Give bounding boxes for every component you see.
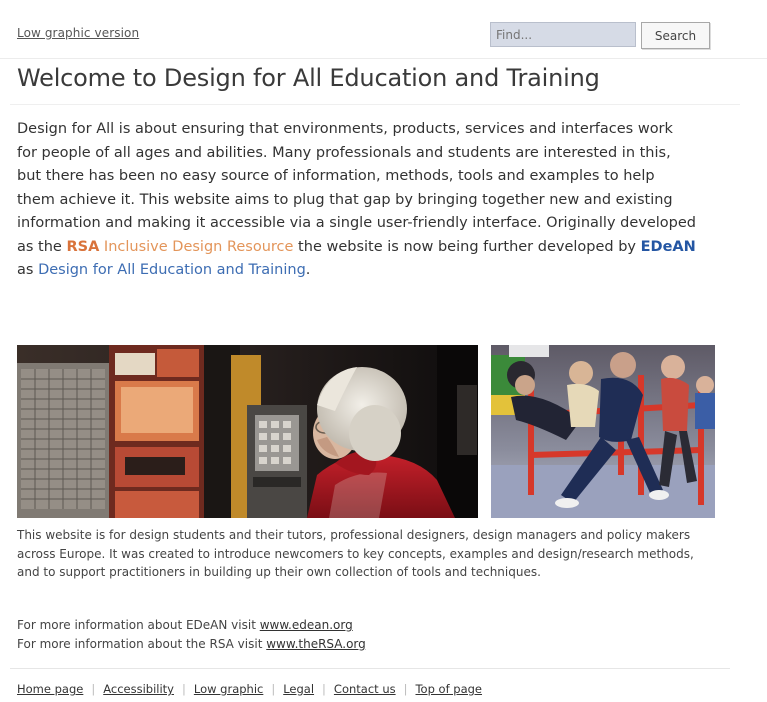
site-description: This website is for design students and … [17,528,694,579]
top-bar: Low graphic version Search [0,0,767,59]
footer-link-accessibility[interactable]: Accessibility [103,682,174,696]
rsa-url-link[interactable]: www.theRSA.org [266,637,366,651]
footer-link-low-graphic[interactable]: Low graphic [194,682,263,696]
page: Low graphic version Search Welcome to De… [0,0,767,702]
footer-link-contact[interactable]: Contact us [334,682,396,696]
intro-text-2: the website is now being further develop… [293,238,641,255]
photo-woman-at-machine [17,345,478,518]
edean-info-text: For more information about EDeAN visit [17,618,260,632]
footer-separator: | [91,682,96,696]
footer-divider [10,668,730,669]
footer-link-legal[interactable]: Legal [283,682,314,696]
footer-nav: Home page | Accessibility | Low graphic | Lega… [17,682,482,696]
intro-text-3: as [17,262,39,278]
footer-link-top[interactable]: Top of page [415,682,482,696]
rsa-info-text: For more information about the RSA visit [17,637,267,651]
footer-link-home[interactable]: Home page [17,682,83,696]
title-divider [10,104,740,105]
rsa-label: RSA [66,238,100,255]
page-title: Welcome to Design for All Education and … [17,64,600,92]
edean-label: EDeAN [640,238,696,255]
design-for-all-link[interactable]: Design for All Education and Training [38,262,306,278]
low-graphic-version-link[interactable]: Low graphic version [17,26,139,40]
search-button[interactable]: Search [641,22,710,49]
edean-url-link[interactable]: www.edean.org [260,618,353,632]
inclusive-design-resource-link[interactable]: Inclusive Design Resource [104,239,294,255]
photo-children-playground [491,345,715,518]
footer-separator: | [271,682,276,696]
intro-text-1: Design for All is about ensuring that en… [17,121,696,255]
photo-children-playground-art [491,345,715,518]
search-input[interactable] [490,22,636,47]
intro-text-4: . [305,262,311,278]
footer-separator: | [181,682,186,696]
footer-separator: | [403,682,408,696]
footer-separator: | [322,682,326,696]
more-info: For more information about EDeAN visit w… [17,616,717,654]
photo-woman-at-machine-art [17,345,478,518]
intro-paragraph: Design for All is about ensuring that en… [17,118,697,283]
